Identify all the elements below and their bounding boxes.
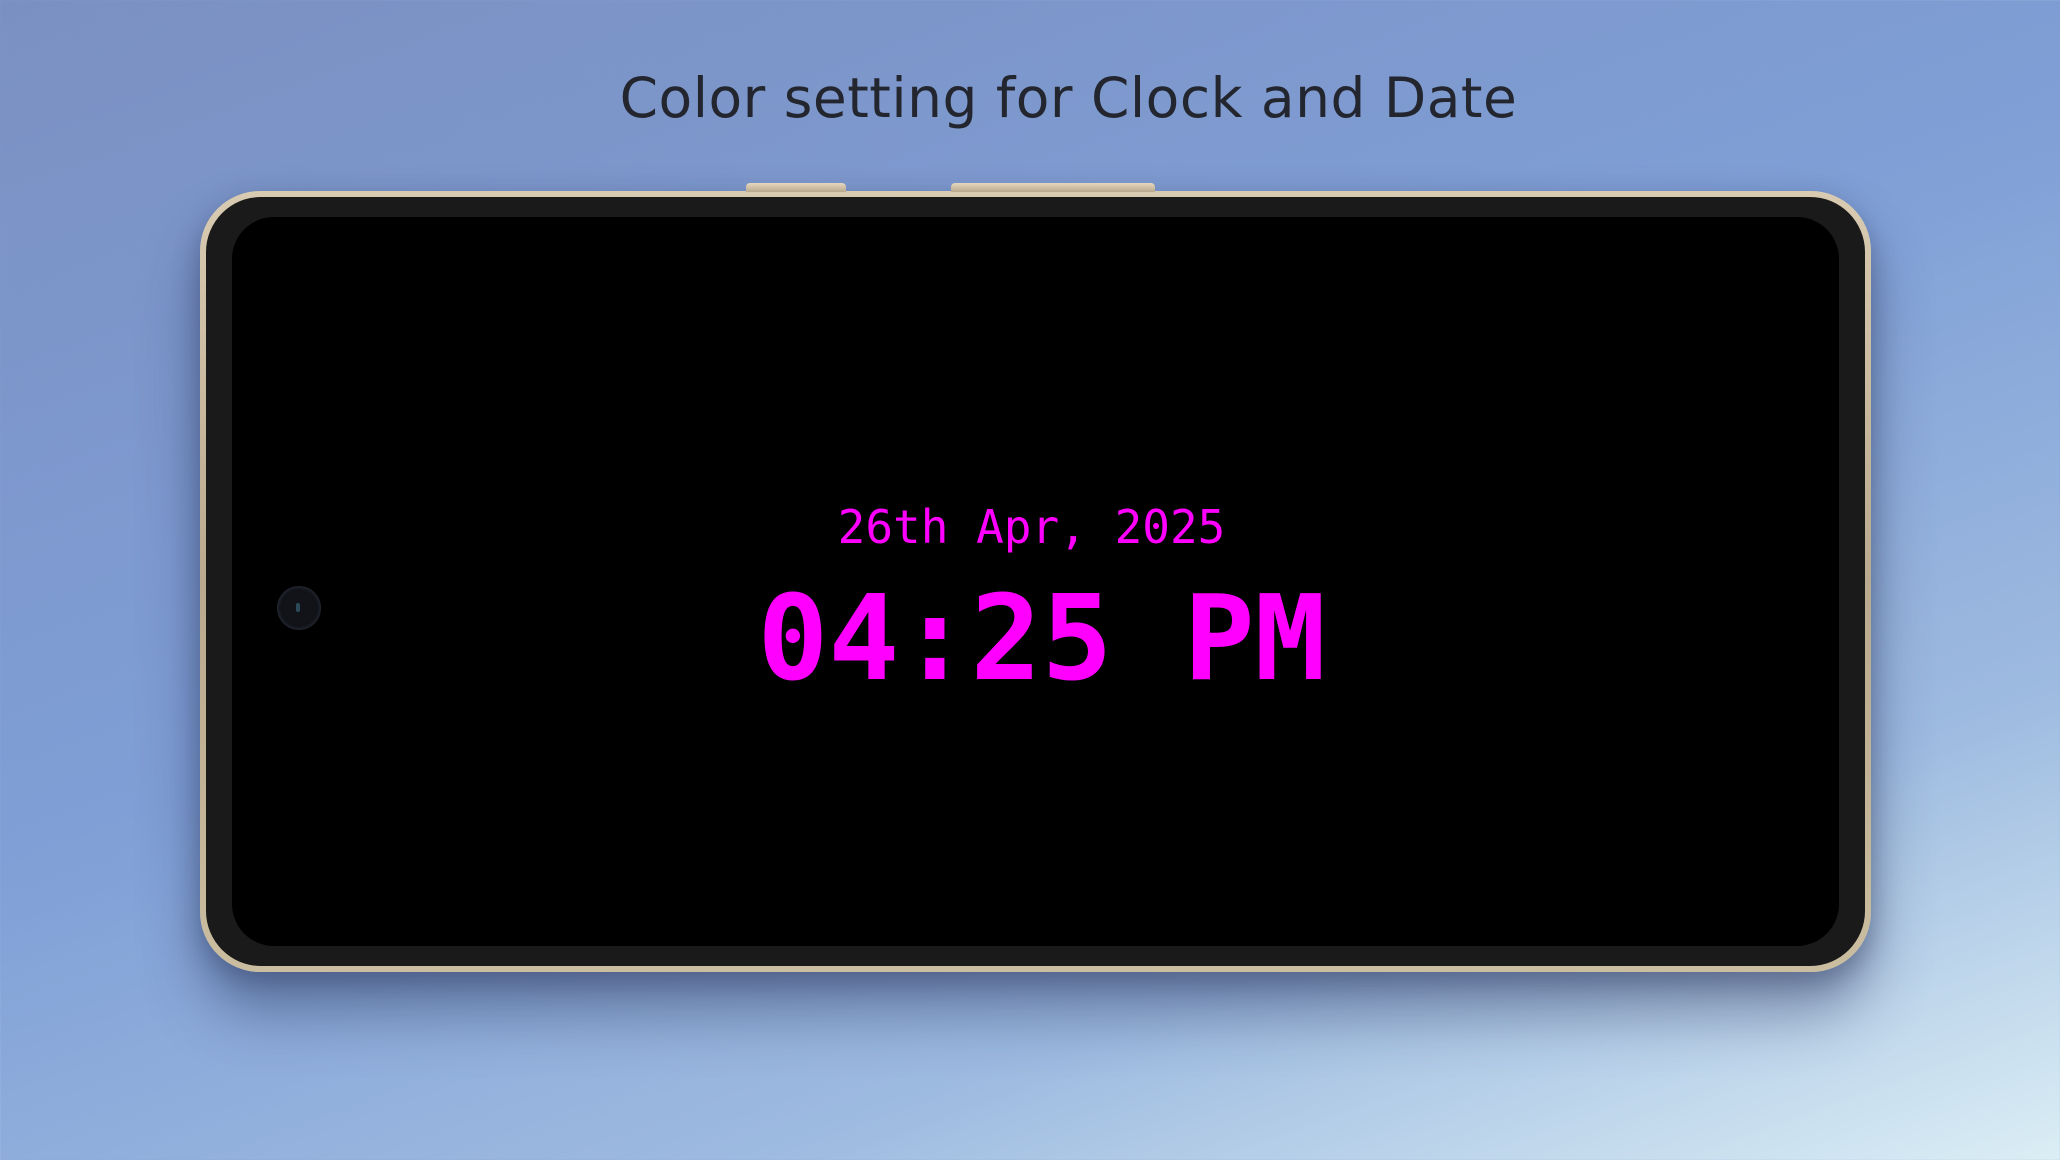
- clock-date: 26th Apr, 2025: [837, 500, 1226, 554]
- clock-time: 04:25 PM: [757, 569, 1326, 707]
- phone-frame: 26th Apr, 2025 04:25 PM: [200, 183, 1871, 972]
- promo-headline: Color setting for Clock and Date: [619, 66, 1518, 130]
- phone-side-button: [746, 183, 846, 192]
- phone-screen[interactable]: 26th Apr, 2025 04:25 PM: [232, 217, 1839, 946]
- phone-volume-button: [951, 183, 1155, 192]
- phone-bezel: 26th Apr, 2025 04:25 PM: [206, 197, 1865, 966]
